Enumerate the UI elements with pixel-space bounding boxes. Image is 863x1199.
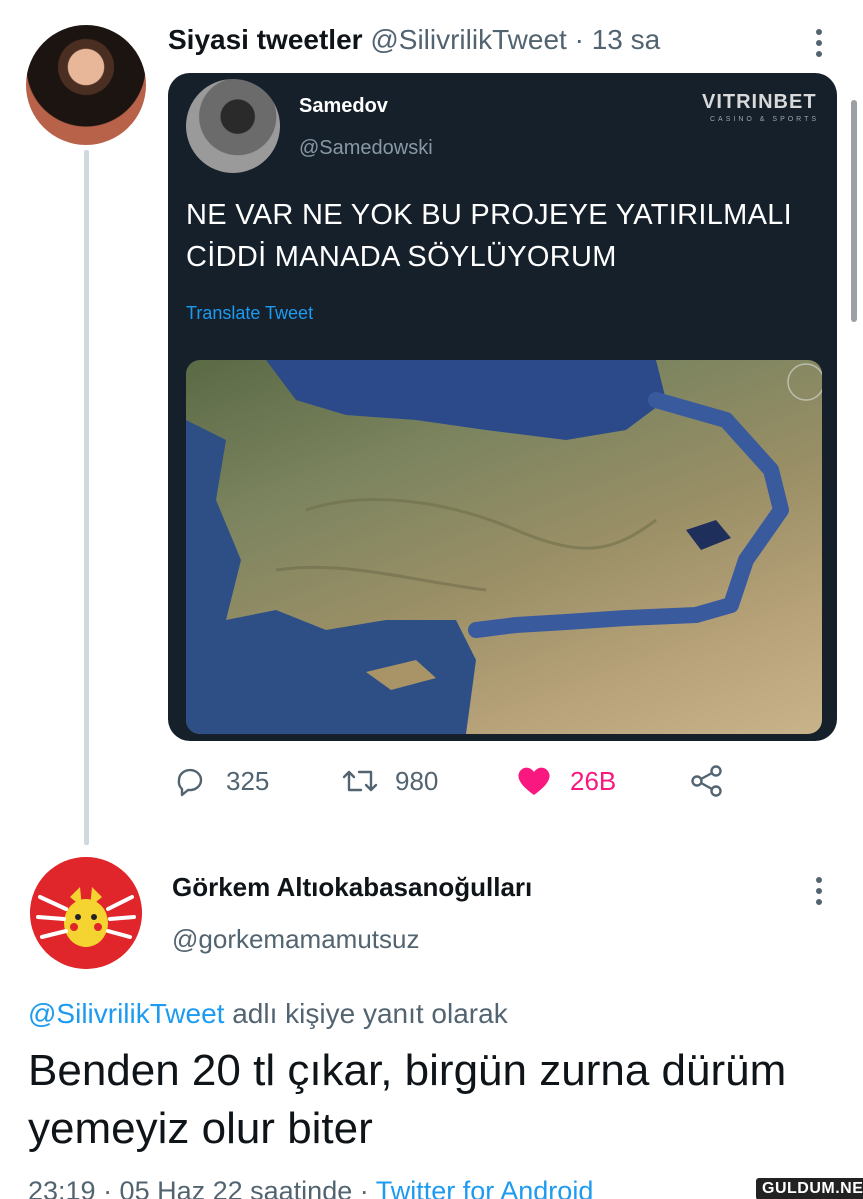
retweet-button[interactable]: 980 (341, 764, 438, 798)
quoted-name: Samedov (299, 95, 388, 117)
reply-mention-link[interactable]: @SilivrilikTweet (28, 998, 224, 1029)
reply-text: Benden 20 tl çıkar, birgün zurna dürüm y… (28, 1046, 787, 1153)
watermark: GULDUM.NET (756, 1178, 863, 1199)
tweet-meta: 23:19 · 05 Haz 22 saatinde · Twitter for… (28, 1176, 593, 1199)
quoted-handle: @Samedowski (299, 137, 433, 159)
brand-logo-sub: CASINO & SPORTS (710, 116, 820, 123)
author-handle[interactable]: @SilivrilikTweet (370, 24, 566, 55)
quoted-avatar (186, 79, 280, 173)
more-icon[interactable] (814, 28, 824, 58)
separator: · (574, 24, 584, 55)
quoted-text-line-2: CİDDİ MANADA SÖYLÜYORUM (186, 241, 617, 273)
tweet-time[interactable]: 13 sa (592, 24, 661, 55)
scrollbar[interactable] (851, 100, 857, 322)
tweet-header: Siyasi tweetler @SilivrilikTweet · 13 sa (168, 24, 660, 56)
reply-count: 325 (226, 765, 270, 796)
more-icon[interactable] (814, 876, 824, 906)
reply-button[interactable]: 325 (172, 764, 269, 798)
tweet-source-link[interactable]: Twitter for Android (376, 1176, 594, 1199)
replying-to: @SilivrilikTweet adlı kişiye yanıt olara… (28, 998, 508, 1030)
reply-icon (172, 764, 206, 798)
quoted-image-card[interactable]: Samedov @Samedowski VITRINBET CASINO & S… (168, 73, 837, 741)
quoted-text-line-1: NE VAR NE YOK BU PROJEYE YATIRILMALI (186, 199, 793, 231)
author-name[interactable]: Siyasi tweetler (168, 24, 363, 55)
share-button[interactable] (690, 764, 744, 798)
like-icon (516, 764, 550, 798)
thread-line (84, 150, 89, 845)
retweet-count: 980 (395, 765, 439, 796)
reply-author-handle[interactable]: @gorkemamamutsuz (172, 924, 419, 955)
like-count: 26B (570, 765, 617, 796)
like-button[interactable]: 26B (516, 764, 616, 798)
translate-link[interactable]: Translate Tweet (186, 303, 313, 324)
reply-author-avatar[interactable] (30, 857, 142, 969)
map-image (186, 360, 822, 734)
reply-suffix: adlı kişiye yanıt olarak (232, 998, 508, 1029)
reply-author-name[interactable]: Görkem Altıokabasanoğulları (172, 872, 532, 903)
tweet-timestamp[interactable]: 23:19 · 05 Haz 22 saatinde · (28, 1176, 369, 1199)
brand-logo: VITRINBET (702, 91, 817, 113)
retweet-icon (341, 764, 378, 798)
share-icon (690, 764, 724, 798)
author-avatar[interactable] (26, 25, 146, 145)
